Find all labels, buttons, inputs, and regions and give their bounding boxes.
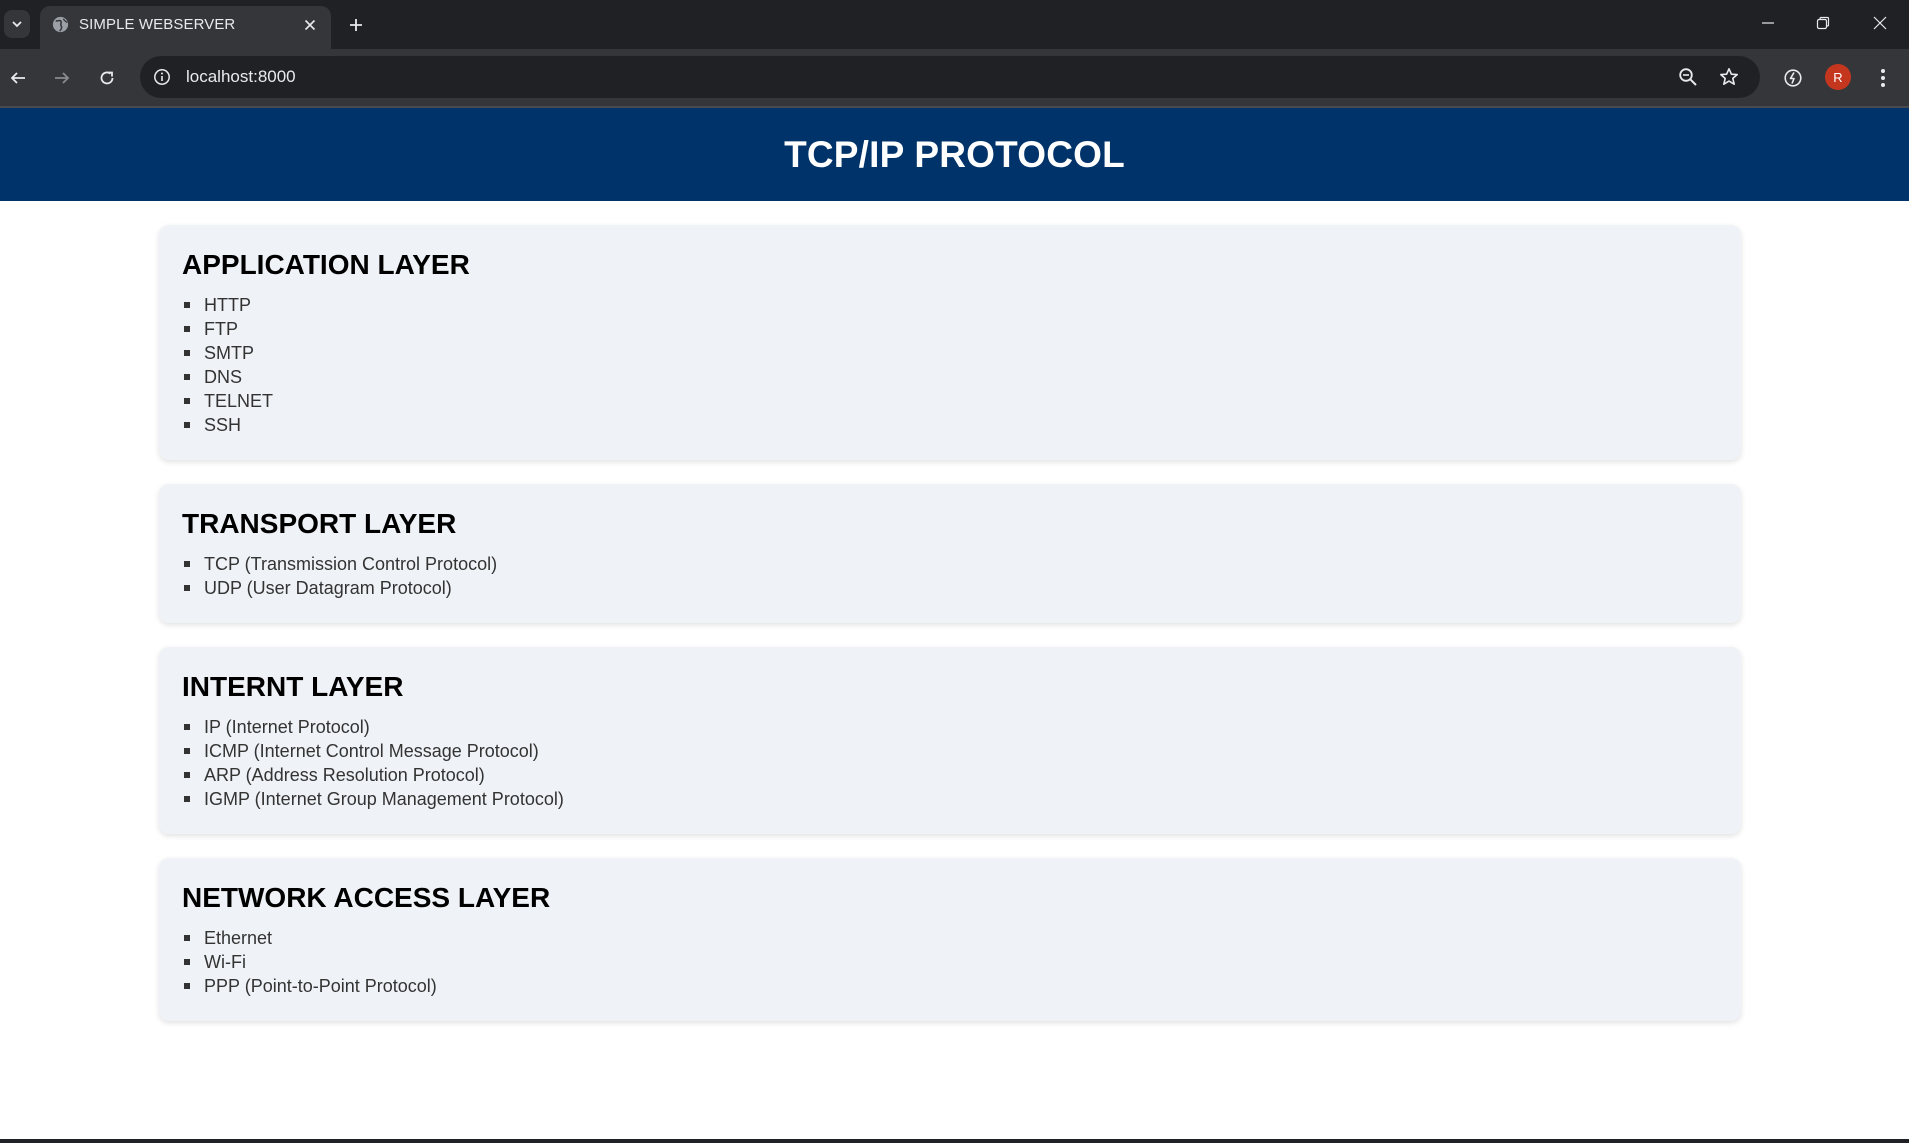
info-icon bbox=[154, 69, 170, 85]
protocol-list: IP (Internet Protocol) ICMP (Internet Co… bbox=[184, 715, 564, 811]
arrow-left-icon bbox=[10, 72, 25, 84]
bookmark-button[interactable] bbox=[1715, 63, 1743, 91]
restore-icon bbox=[1816, 16, 1830, 30]
forward-button[interactable] bbox=[45, 61, 79, 95]
star-icon bbox=[1720, 68, 1738, 85]
section-heading: TRANSPORT LAYER bbox=[182, 508, 457, 539]
plus-icon bbox=[350, 19, 362, 31]
section-transport-layer: TRANSPORT LAYER TCP (Transmission Contro… bbox=[159, 484, 1741, 623]
restore-button[interactable] bbox=[1803, 8, 1843, 38]
section-heading: INTERNT LAYER bbox=[182, 671, 404, 702]
list-item: IGMP (Internet Group Management Protocol… bbox=[184, 789, 564, 809]
list-item: UDP (User Datagram Protocol) bbox=[183, 576, 497, 600]
minimize-icon bbox=[1762, 22, 1774, 24]
list-item: TCP (Transmission Control Protocol) bbox=[183, 554, 498, 574]
section-network-access-layer: NETWORK ACCESS LAYER Ethernet Wi-Fi PPP … bbox=[159, 858, 1741, 1021]
protocol-list: TCP (Transmission Control Protocol) UDP … bbox=[183, 552, 498, 600]
zoom-button[interactable] bbox=[1674, 63, 1702, 91]
tab-close-button[interactable] bbox=[300, 15, 320, 35]
list-item: IP (Internet Protocol) bbox=[184, 715, 564, 739]
close-window-button[interactable] bbox=[1860, 8, 1900, 38]
zoom-out-icon bbox=[1679, 68, 1697, 86]
list-item: PPP (Point-to-Point Protocol) bbox=[184, 976, 437, 996]
section-application-layer: APPLICATION LAYER HTTP FTP SMTP DNS TELN… bbox=[159, 225, 1741, 460]
back-button[interactable] bbox=[1, 61, 35, 95]
tab-search-button[interactable] bbox=[4, 10, 30, 38]
page-title: TCP/IP PROTOCOL bbox=[784, 133, 1125, 175]
new-tab-button[interactable] bbox=[343, 12, 369, 38]
browser-menu-button[interactable] bbox=[1866, 61, 1900, 95]
globe-icon bbox=[52, 16, 69, 33]
section-heading: NETWORK ACCESS LAYER bbox=[182, 882, 551, 913]
close-icon bbox=[1873, 16, 1887, 30]
extensions-button[interactable] bbox=[1776, 61, 1810, 95]
list-item: SSH bbox=[183, 413, 273, 437]
list-item: TELNET bbox=[183, 391, 274, 411]
close-icon bbox=[304, 19, 316, 31]
section-internet-layer: INTERNT LAYER IP (Internet Protocol) ICM… bbox=[159, 647, 1741, 834]
page-header: TCP/IP PROTOCOL bbox=[0, 108, 1909, 201]
section-heading: APPLICATION LAYER bbox=[182, 249, 470, 280]
list-item: FTP bbox=[183, 317, 273, 341]
list-item: DNS bbox=[183, 365, 273, 389]
minimize-button[interactable] bbox=[1748, 8, 1788, 38]
more-vert-icon bbox=[1881, 69, 1885, 87]
protocol-list: HTTP FTP SMTP DNS TELNET SSH bbox=[183, 293, 274, 437]
browser-toolbar: localhost:8000 R bbox=[0, 49, 1909, 107]
list-item: Ethernet bbox=[184, 926, 437, 950]
list-item: Wi-Fi bbox=[184, 950, 437, 974]
tab-title: SIMPLE WEBSERVER bbox=[79, 16, 236, 33]
url-text[interactable]: localhost:8000 bbox=[186, 67, 296, 87]
profile-avatar[interactable]: R bbox=[1825, 64, 1851, 90]
arrow-right-icon bbox=[55, 72, 70, 84]
list-item: HTTP bbox=[183, 293, 273, 317]
site-info-button[interactable] bbox=[149, 64, 175, 90]
address-bar[interactable]: localhost:8000 bbox=[140, 56, 1760, 98]
tab-bar: SIMPLE WEBSERVER bbox=[0, 0, 1909, 49]
performance-icon bbox=[1784, 69, 1802, 87]
reload-icon bbox=[100, 71, 114, 85]
list-item: ICMP (Internet Control Message Protocol) bbox=[184, 739, 564, 763]
protocol-list: Ethernet Wi-Fi PPP (Point-to-Point Proto… bbox=[184, 926, 437, 998]
taskbar-edge bbox=[0, 1139, 1909, 1143]
active-tab[interactable]: SIMPLE WEBSERVER bbox=[40, 6, 331, 49]
list-item: ARP (Address Resolution Protocol) bbox=[184, 763, 564, 787]
list-item: SMTP bbox=[183, 341, 273, 365]
reload-button[interactable] bbox=[90, 61, 124, 95]
chevron-down-icon bbox=[12, 21, 22, 28]
